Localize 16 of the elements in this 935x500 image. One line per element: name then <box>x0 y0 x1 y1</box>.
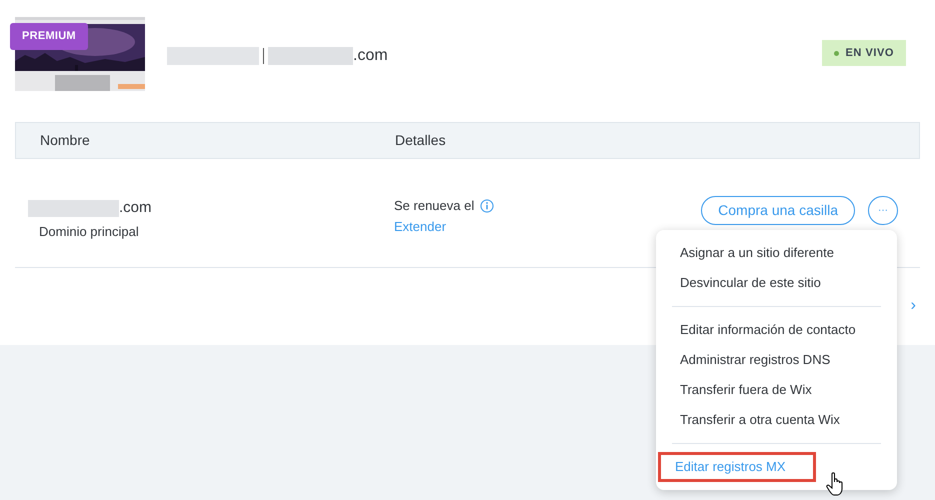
renewal-label: Se renueva el <box>394 196 474 215</box>
menu-item[interactable]: Transferir a otra cuenta Wix <box>664 405 889 435</box>
menu-item[interactable]: Administrar registros DNS <box>664 345 889 375</box>
column-header: Nombre <box>40 131 91 150</box>
divider-line <box>263 48 264 64</box>
domain-type: Dominio principal <box>39 222 140 241</box>
menu-item[interactable]: Editar información de contacto <box>664 315 889 345</box>
column-header: Detalles <box>395 131 446 150</box>
menu-item[interactable]: Asignar a un sitio diferente <box>664 238 889 268</box>
domain-text: .com <box>353 46 388 66</box>
premium-badge: PREMIUM <box>10 23 88 50</box>
menu-item[interactable]: Desvincular de este sitio <box>664 268 889 298</box>
info-icon[interactable] <box>480 198 494 212</box>
domain-name: .com <box>119 198 152 218</box>
status-label: EN VIVO <box>846 46 894 61</box>
menu-item[interactable]: Transferir fuera de Wix <box>664 375 889 405</box>
